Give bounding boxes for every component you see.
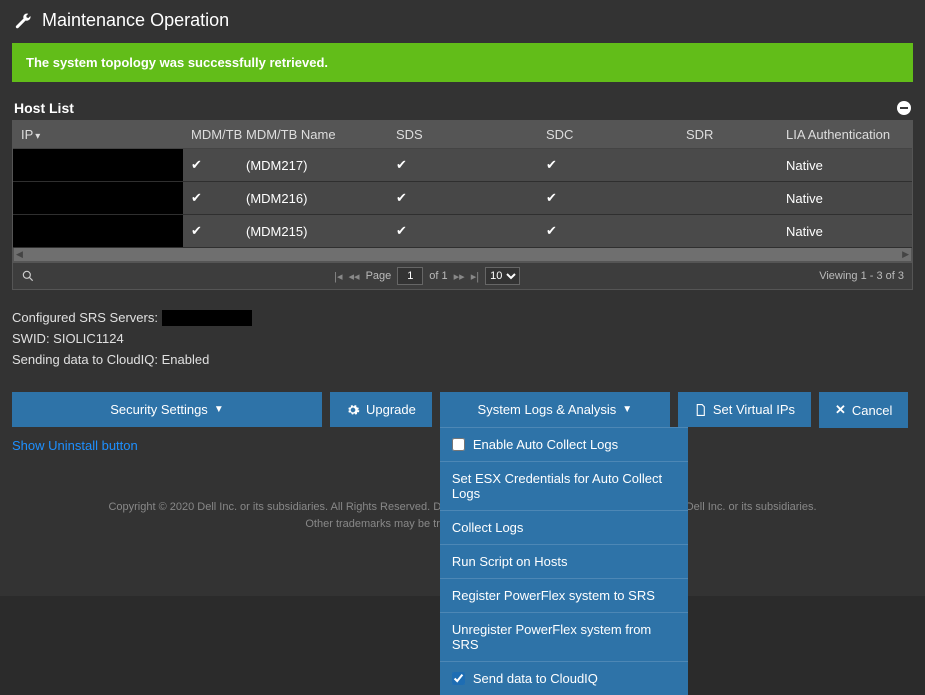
wrench-icon xyxy=(14,12,32,30)
menu-collect-logs[interactable]: Collect Logs xyxy=(440,510,688,544)
col-sdc[interactable]: SDC xyxy=(538,121,678,149)
col-mdm-tb-name[interactable]: MDM/TB Name xyxy=(238,121,388,149)
pager: |◂ ◂◂ Page of 1 ▸▸ ▸| 10 Viewing 1 - 3 o… xyxy=(13,262,912,289)
host-list-table: IP▾ MDM/TB MDM/TB Name SDS SDC SDR LIA A… xyxy=(12,120,913,290)
prev-page-icon[interactable]: ◂◂ xyxy=(349,270,360,283)
table-row[interactable]: ✔ (MDM217) ✔ ✔ Native xyxy=(13,149,912,182)
col-sdr[interactable]: SDR xyxy=(678,121,778,149)
menu-send-data-cloudiq[interactable]: Send data to CloudIQ xyxy=(440,661,688,695)
caret-down-icon: ▼ xyxy=(622,404,632,415)
ip-cell xyxy=(13,215,183,248)
upgrade-button[interactable]: Upgrade xyxy=(330,392,432,427)
lia-value: Native xyxy=(778,215,912,248)
send-cloudiq-checkbox[interactable] xyxy=(452,672,465,685)
search-icon[interactable] xyxy=(21,269,35,283)
viewing-label: Viewing 1 - 3 of 3 xyxy=(819,270,904,282)
srs-servers-label: Configured SRS Servers: xyxy=(12,308,158,329)
scroll-left-icon[interactable]: ◀ xyxy=(16,249,23,260)
scroll-right-icon[interactable]: ▶ xyxy=(902,249,909,260)
menu-run-script-on-hosts[interactable]: Run Script on Hosts xyxy=(440,544,688,578)
page-title: Maintenance Operation xyxy=(42,10,229,31)
security-settings-button[interactable]: Security Settings▼ xyxy=(12,392,322,427)
sort-down-icon: ▾ xyxy=(35,131,40,142)
set-virtual-ips-button[interactable]: Set Virtual IPs xyxy=(678,392,811,427)
check-icon: ✔ xyxy=(191,157,202,172)
show-uninstall-link[interactable]: Show Uninstall button xyxy=(12,438,138,453)
srs-value-redacted xyxy=(162,310,252,326)
cancel-button[interactable]: ✕ Cancel xyxy=(819,392,908,428)
last-page-icon[interactable]: ▸| xyxy=(471,270,479,283)
enable-auto-collect-checkbox[interactable] xyxy=(452,438,465,451)
col-ip[interactable]: IP▾ xyxy=(13,121,183,149)
check-icon: ✔ xyxy=(396,223,407,238)
swid-label: SWID: SIOLIC1124 xyxy=(12,329,913,350)
host-list-title: Host List xyxy=(14,100,74,116)
check-icon: ✔ xyxy=(546,157,557,172)
check-icon: ✔ xyxy=(396,157,407,172)
mdm-name: (MDM216) xyxy=(238,182,388,215)
mdm-name: (MDM215) xyxy=(238,215,388,248)
check-icon: ✔ xyxy=(396,190,407,205)
col-lia[interactable]: LIA Authentication xyxy=(778,121,912,149)
ip-cell xyxy=(13,149,183,182)
check-icon: ✔ xyxy=(191,190,202,205)
menu-unregister-powerflex-srs[interactable]: Unregister PowerFlex system from SRS xyxy=(440,612,688,661)
file-icon xyxy=(694,403,707,417)
close-icon: ✕ xyxy=(835,402,846,418)
gear-icon xyxy=(346,403,360,417)
check-icon: ✔ xyxy=(546,190,557,205)
system-logs-analysis-button[interactable]: System Logs & Analysis▼ xyxy=(440,392,670,427)
caret-down-icon: ▼ xyxy=(214,404,224,415)
horizontal-scrollbar[interactable]: ◀ ▶ xyxy=(13,248,912,262)
page-input[interactable] xyxy=(397,267,423,285)
table-row[interactable]: ✔ (MDM216) ✔ ✔ Native xyxy=(13,182,912,215)
first-page-icon[interactable]: |◂ xyxy=(334,270,342,283)
menu-enable-auto-collect-logs[interactable]: Enable Auto Collect Logs xyxy=(440,427,688,461)
page-label: Page xyxy=(366,270,392,282)
col-mdm-tb[interactable]: MDM/TB xyxy=(183,121,238,149)
banner-text: The system topology was successfully ret… xyxy=(26,55,328,70)
lia-value: Native xyxy=(778,182,912,215)
next-page-icon[interactable]: ▸▸ xyxy=(454,270,465,283)
check-icon: ✔ xyxy=(191,223,202,238)
ip-cell xyxy=(13,182,183,215)
mdm-name: (MDM217) xyxy=(238,149,388,182)
check-icon: ✔ xyxy=(546,223,557,238)
lia-value: Native xyxy=(778,149,912,182)
table-row[interactable]: ✔ (MDM215) ✔ ✔ Native xyxy=(13,215,912,248)
page-size-select[interactable]: 10 xyxy=(485,267,520,285)
cloudiq-label: Sending data to CloudIQ: Enabled xyxy=(12,350,913,371)
col-sds[interactable]: SDS xyxy=(388,121,538,149)
success-banner: The system topology was successfully ret… xyxy=(12,43,913,82)
menu-set-esx-credentials[interactable]: Set ESX Credentials for Auto Collect Log… xyxy=(440,461,688,510)
page-of-label: of 1 xyxy=(429,270,447,282)
collapse-toggle-icon[interactable] xyxy=(897,101,911,115)
menu-register-powerflex-srs[interactable]: Register PowerFlex system to SRS xyxy=(440,578,688,612)
